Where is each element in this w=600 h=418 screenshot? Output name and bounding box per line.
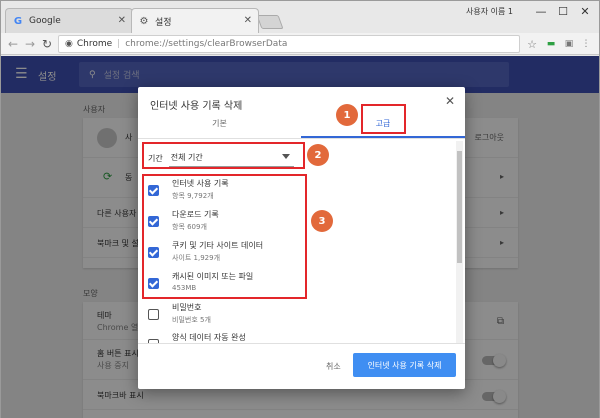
close-window-icon[interactable]: ✕: [575, 3, 595, 19]
close-icon[interactable]: ✕: [445, 94, 455, 108]
chrome-icon: ◉: [65, 39, 73, 49]
url-separator: |: [117, 39, 121, 49]
highlight-time-range: [142, 142, 305, 169]
extension-icon[interactable]: ▬: [544, 37, 558, 51]
highlight-advanced-tab: [361, 104, 406, 134]
reload-icon[interactable]: ↻: [39, 36, 55, 52]
extension-icon-2[interactable]: ▣: [562, 37, 576, 51]
dialog-title: 인터넷 사용 기록 삭제: [150, 101, 243, 112]
menu-icon[interactable]: ⋮: [579, 37, 593, 51]
scrollbar-thumb[interactable]: [457, 151, 462, 263]
maximize-icon[interactable]: ☐: [553, 3, 573, 19]
minimize-icon[interactable]: —: [531, 3, 551, 19]
step-badge-1: 1: [336, 104, 358, 126]
tab-strip: G Google ✕ ⚙ 설정 ✕ 사용자 이름 1 — ☐ ✕: [1, 1, 599, 33]
option-label: 양식 데이터 자동 완성: [172, 333, 246, 342]
back-icon[interactable]: ←: [5, 36, 21, 52]
step-badge-3: 3: [311, 210, 333, 232]
option-passwords[interactable]: 비밀번호 비밀번호 5개: [148, 301, 298, 331]
star-icon[interactable]: ☆: [525, 37, 539, 51]
browser-toolbar: ← → ↻ ◉ Chrome | chrome://settings/clear…: [1, 33, 599, 55]
highlight-options: [142, 174, 307, 299]
url-scheme: Chrome: [76, 39, 113, 49]
tab-title: 설정: [155, 17, 172, 28]
browser-window: G Google ✕ ⚙ 설정 ✕ 사용자 이름 1 — ☐ ✕ ← → ↻ ◉…: [0, 0, 600, 418]
option-autofill[interactable]: 양식 데이터 자동 완성: [148, 331, 298, 343]
tab-google[interactable]: G Google ✕: [5, 8, 133, 33]
address-bar[interactable]: ◉ Chrome | chrome://settings/clearBrowse…: [58, 35, 520, 53]
google-icon: G: [13, 15, 23, 27]
clear-data-button[interactable]: 인터넷 사용 기록 삭제: [353, 353, 456, 377]
divider: [138, 138, 465, 139]
option-label: 비밀번호: [172, 303, 202, 312]
divider: [138, 343, 465, 344]
tab-settings[interactable]: ⚙ 설정 ✕: [131, 8, 259, 33]
forward-icon[interactable]: →: [22, 36, 38, 52]
option-detail: 비밀번호 5개: [172, 316, 211, 324]
new-tab-button[interactable]: [256, 15, 284, 29]
close-icon[interactable]: ✕: [244, 15, 252, 26]
profile-name[interactable]: 사용자 이름 1: [466, 6, 513, 17]
cancel-button[interactable]: 취소: [320, 357, 347, 376]
close-icon[interactable]: ✕: [118, 15, 126, 26]
gear-icon: ⚙: [139, 15, 149, 27]
step-badge-2: 2: [307, 144, 329, 166]
checkbox[interactable]: [148, 309, 159, 320]
tab-basic[interactable]: 기본: [138, 118, 301, 136]
tab-title: Google: [29, 16, 61, 26]
url-path: chrome://settings/clearBrowserData: [125, 39, 288, 49]
scrollbar[interactable]: [456, 141, 463, 343]
